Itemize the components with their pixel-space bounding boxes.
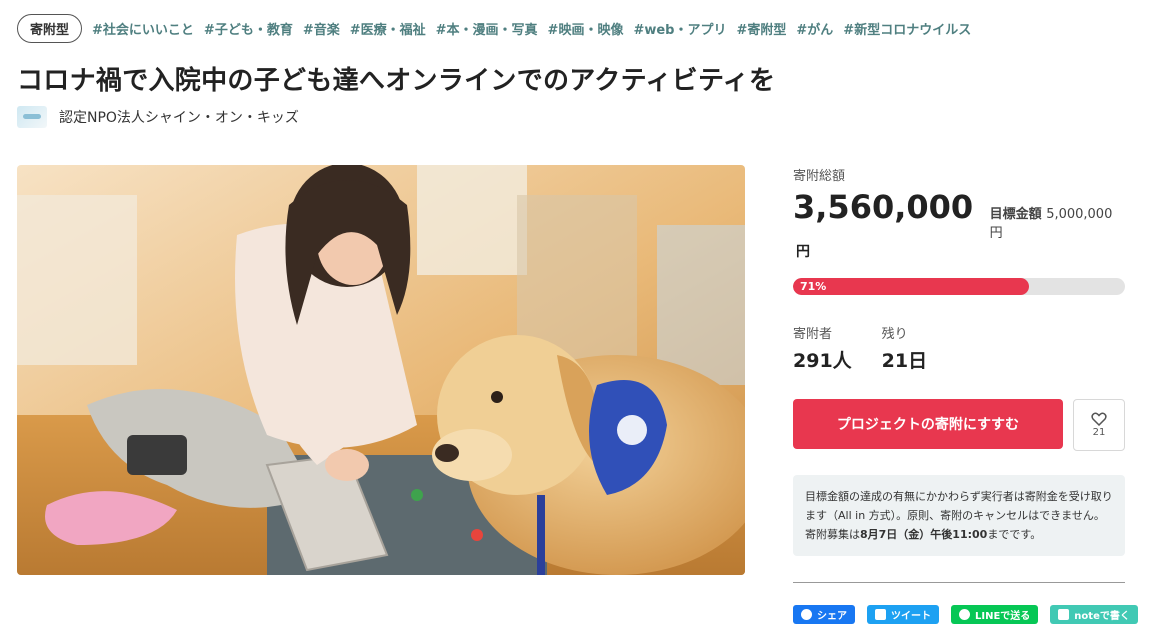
project-title: コロナ禍で入院中の子ども達へオンラインでのアクティビティを xyxy=(17,66,776,96)
org-name[interactable]: 認定NPO法人シャイン・オン・キッズ xyxy=(59,107,299,127)
tag-bar: 寄附型 #社会にいいこと #子ども・教育 #音楽 #医療・福祉 #本・漫画・写真… xyxy=(17,14,971,43)
donate-button[interactable]: プロジェクトの寄附にすすむ xyxy=(793,399,1063,449)
org-logo xyxy=(17,106,47,128)
twitter-icon xyxy=(875,609,886,620)
remaining-stat: 残り 21日 xyxy=(882,323,927,373)
remaining-label: 残り xyxy=(881,327,908,342)
amount-row: 3,560,000円 目標金額 5,000,000円 xyxy=(793,188,1125,264)
tag-link[interactable]: #新型コロナウイルス xyxy=(843,19,971,38)
total-amount: 3,560,000円 xyxy=(793,188,974,260)
notice-box: 目標金額の達成の有無にかかわらず実行者は寄附金を受け取ります（All in 方式… xyxy=(793,475,1125,556)
note-share-label: noteで書く xyxy=(1074,611,1130,622)
progress-bar: 71% xyxy=(793,278,1125,295)
line-icon xyxy=(959,609,970,620)
donors-label: 寄附者 xyxy=(793,327,833,342)
notice-text-end: までです。 xyxy=(987,528,1042,541)
line-share-label: LINEで送る xyxy=(975,611,1031,622)
donors-stat: 寄附者 291人 xyxy=(793,323,852,373)
progress-fill: 71% xyxy=(793,278,1029,295)
line-share-button[interactable]: LINEで送る xyxy=(951,605,1039,624)
note-icon xyxy=(1058,609,1070,620)
facebook-icon xyxy=(801,609,812,620)
goal-amount: 目標金額 5,000,000円 xyxy=(989,207,1113,241)
stats: 寄附者 291人 残り 21日 xyxy=(793,323,1125,373)
funding-panel: 寄附総額 3,560,000円 目標金額 5,000,000円 71% 寄附者 … xyxy=(793,165,1138,624)
remaining-value: 21日 xyxy=(881,350,928,372)
favorite-count: 21 xyxy=(1092,427,1106,438)
facebook-share-label: シェア xyxy=(817,611,847,622)
tag-link[interactable]: #がん xyxy=(796,19,833,38)
progress-text: 71% xyxy=(800,280,827,293)
share-buttons: シェア ツイート LINEで送る noteで書く xyxy=(793,605,1138,624)
divider xyxy=(793,582,1125,583)
tag-link[interactable]: #子ども・教育 xyxy=(204,19,293,38)
donors-value: 291人 xyxy=(793,350,852,372)
total-label: 寄附総額 xyxy=(793,169,846,184)
hero-image xyxy=(17,165,745,575)
favorite-button[interactable]: 21 xyxy=(1073,399,1125,451)
notice-deadline: 8月7日（金）午後11:00 xyxy=(860,528,988,541)
hero-photo xyxy=(17,165,745,575)
tag-link[interactable]: #本・漫画・写真 xyxy=(436,19,538,38)
organization[interactable]: 認定NPO法人シャイン・オン・キッズ xyxy=(17,106,299,128)
twitter-share-label: ツイート xyxy=(891,611,931,622)
facebook-share-button[interactable]: シェア xyxy=(793,605,855,624)
cta-row: プロジェクトの寄附にすすむ 21 xyxy=(793,399,1125,451)
heart-icon xyxy=(1091,412,1107,426)
tag-link[interactable]: #社会にいいこと xyxy=(92,19,194,38)
twitter-share-button[interactable]: ツイート xyxy=(867,605,939,624)
tag-link[interactable]: #音楽 xyxy=(303,19,340,38)
tag-link[interactable]: #医療・福祉 xyxy=(350,19,426,38)
note-share-button[interactable]: noteで書く xyxy=(1050,605,1138,624)
type-badge[interactable]: 寄附型 xyxy=(17,14,83,43)
tag-link[interactable]: #寄附型 xyxy=(736,19,786,38)
tag-link[interactable]: #web・アプリ xyxy=(633,19,726,38)
tag-link[interactable]: #映画・映像 xyxy=(548,19,624,38)
